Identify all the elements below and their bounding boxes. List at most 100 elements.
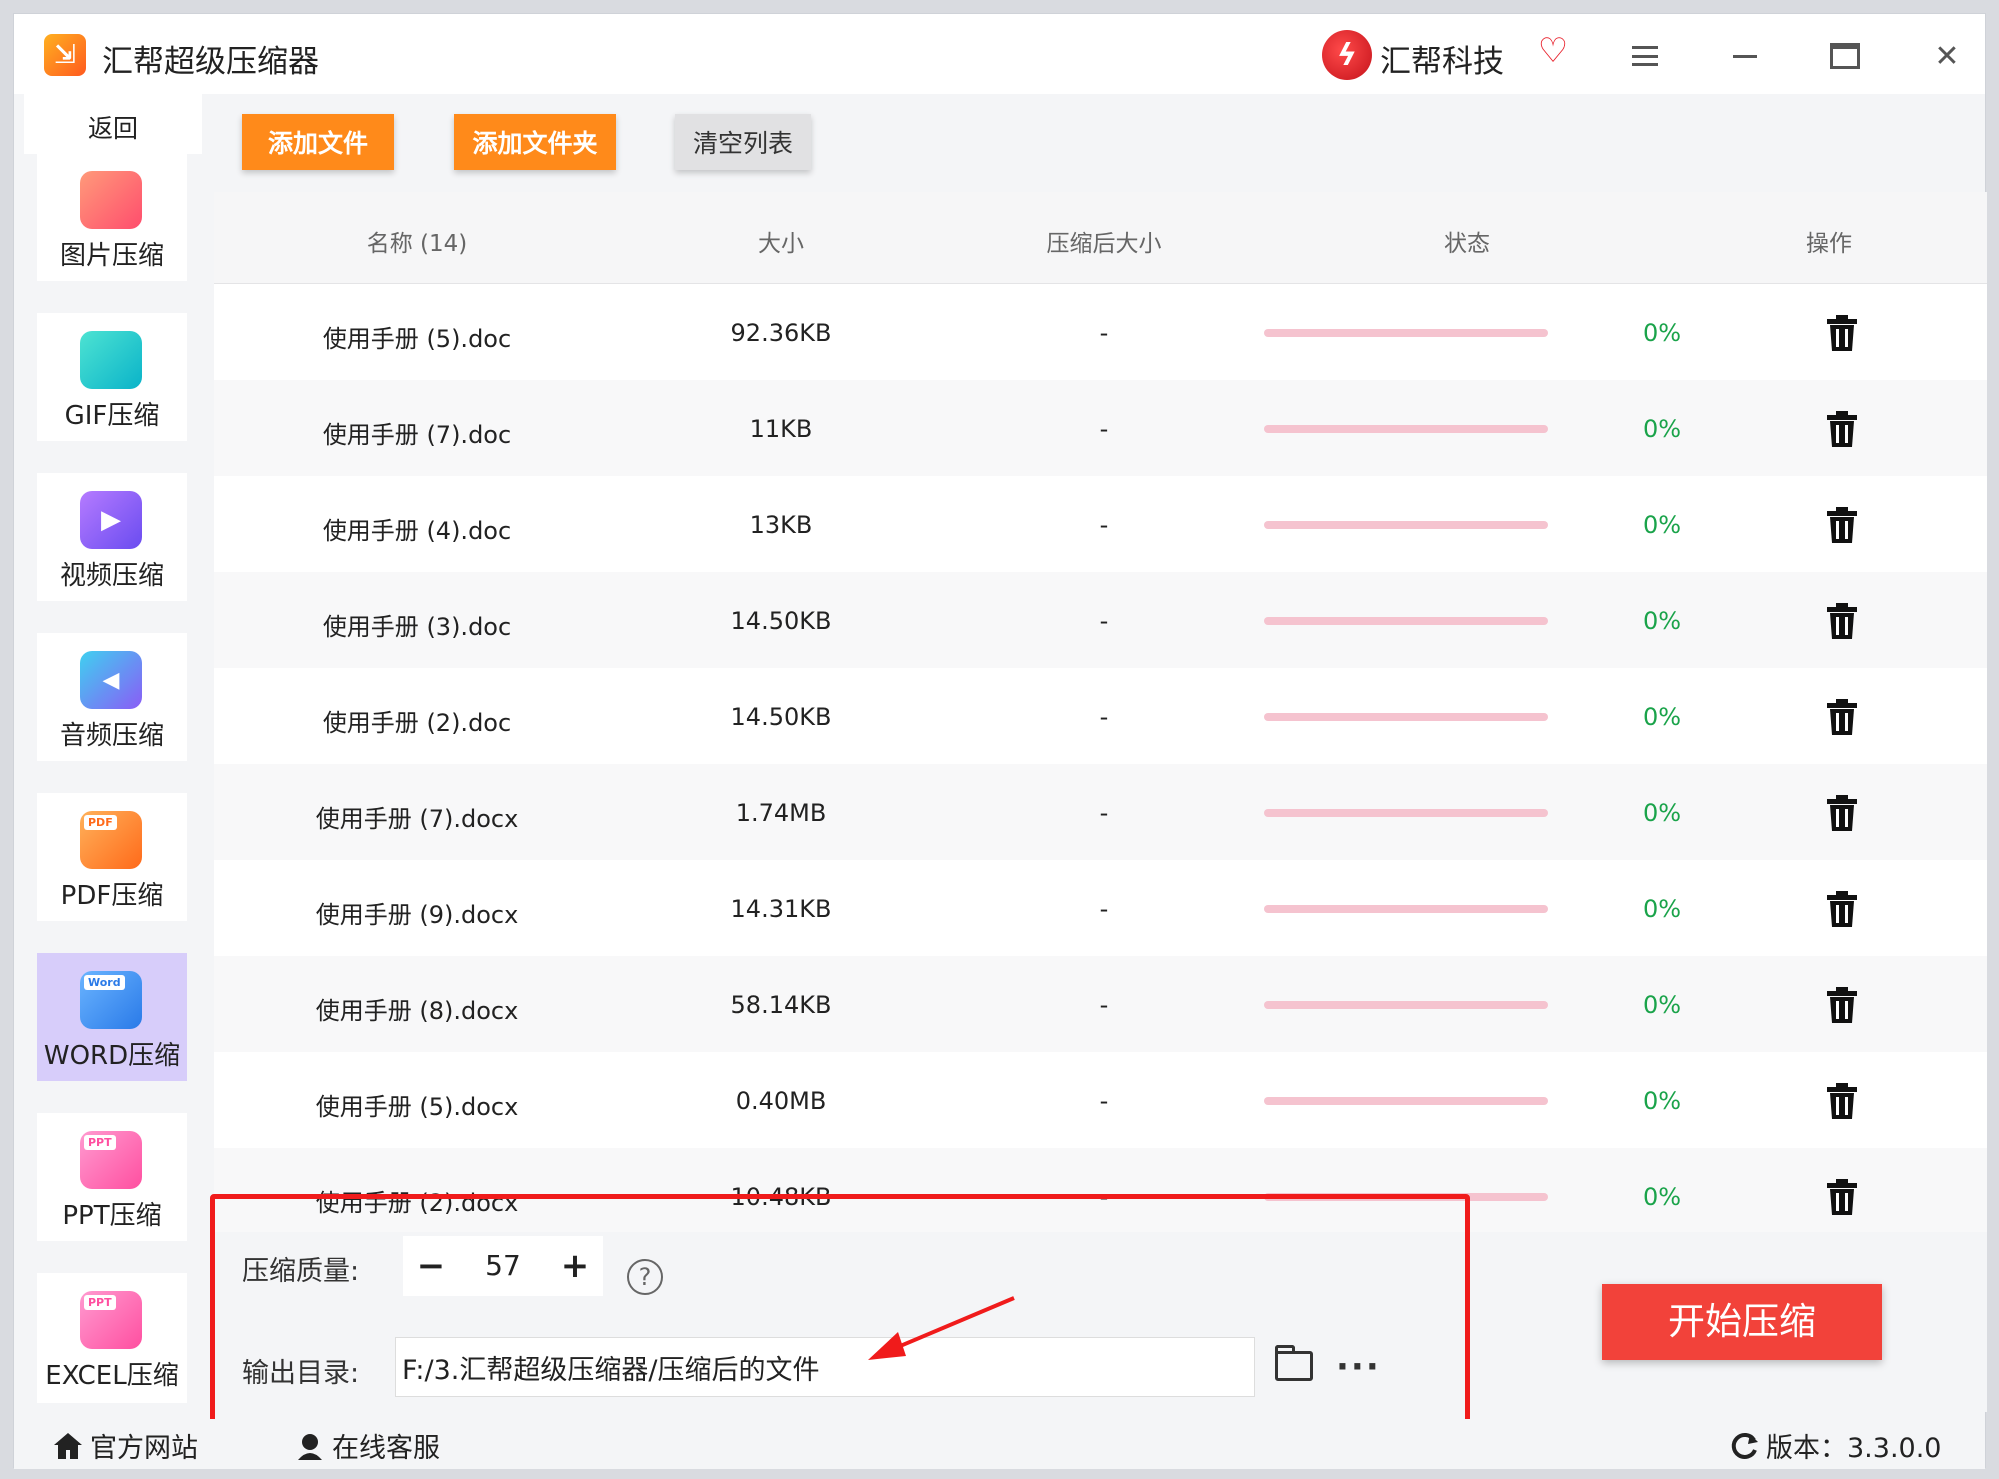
delete-trash-icon[interactable] <box>1826 602 1858 640</box>
sidebar-item-label: 音频压缩 <box>59 721 164 751</box>
file-size: 13KB <box>749 511 813 539</box>
delete-trash-icon[interactable] <box>1826 1178 1858 1216</box>
online-support-link[interactable]: 在线客服 <box>294 1426 440 1465</box>
sidebar-item-label: GIF压缩 <box>64 401 160 431</box>
progress-bar <box>1264 1193 1548 1201</box>
file-size: 92.36KB <box>730 319 832 347</box>
file-size: 10.48KB <box>730 1183 832 1211</box>
file-name: 使用手册 (9).docx <box>315 901 519 929</box>
compressed-size: - <box>1099 991 1109 1019</box>
version-label: 版本：3.3.0.0 <box>1766 1433 1942 1464</box>
image-icon <box>80 171 142 229</box>
close-button[interactable]: ✕ <box>1925 34 1969 78</box>
vip-heart-icon[interactable]: ♡ <box>1534 32 1572 70</box>
online-support-label: 在线客服 <box>332 1433 440 1464</box>
delete-trash-icon[interactable] <box>1826 794 1858 832</box>
header-name: 名称 (14) <box>366 231 468 257</box>
version-info[interactable]: 版本：3.3.0.0 <box>1728 1426 1941 1465</box>
sidebar-item-label: PPT压缩 <box>62 1201 162 1231</box>
table-row: 使用手册 (2).doc 14.50KB - 0% <box>214 668 1987 764</box>
sidebar-item-video[interactable]: ▶ 视频压缩 <box>37 473 187 601</box>
compressed-size: - <box>1099 799 1109 827</box>
hamburger-icon <box>1632 46 1658 66</box>
compressed-size: - <box>1099 895 1109 923</box>
file-size: 11KB <box>749 415 813 443</box>
file-name: 使用手册 (2).doc <box>322 709 512 737</box>
word-folder-icon: Word <box>80 971 142 1029</box>
table-row: 使用手册 (3).doc 14.50KB - 0% <box>214 572 1987 668</box>
progress-percent: 0% <box>1642 895 1682 923</box>
compressed-size: - <box>1099 319 1109 347</box>
delete-trash-icon[interactable] <box>1826 698 1858 736</box>
progress-percent: 0% <box>1642 703 1682 731</box>
file-name: 使用手册 (3).doc <box>322 613 512 641</box>
maximize-icon <box>1830 43 1860 69</box>
progress-bar <box>1264 905 1548 913</box>
delete-trash-icon[interactable] <box>1826 890 1858 928</box>
compressed-size: - <box>1099 1183 1109 1211</box>
sidebar-item-label: 视频压缩 <box>59 561 164 591</box>
header-status: 状态 <box>1444 231 1490 257</box>
increase-quality-button[interactable]: + <box>547 1236 603 1296</box>
file-size: 14.31KB <box>730 895 832 923</box>
sidebar-item-pdf[interactable]: PDF PDF压缩 <box>37 793 187 921</box>
sidebar-item-image[interactable]: 图片压缩 <box>37 153 187 281</box>
delete-trash-icon[interactable] <box>1826 506 1858 544</box>
quality-stepper[interactable]: − 57 + <box>403 1236 603 1296</box>
refresh-icon <box>1731 1432 1758 1459</box>
quality-label: 压缩质量: <box>242 1256 360 1287</box>
file-size: 1.74MB <box>735 799 827 827</box>
clear-list-button[interactable]: 清空列表 <box>675 114 811 170</box>
file-size: 0.40MB <box>735 1087 827 1115</box>
compressed-size: - <box>1099 703 1109 731</box>
progress-bar <box>1264 329 1548 337</box>
table-row: 使用手册 (8).docx 58.14KB - 0% <box>214 956 1987 1052</box>
progress-percent: 0% <box>1642 607 1682 635</box>
add-file-button[interactable]: 添加文件 <box>242 114 394 170</box>
compressed-size: - <box>1099 1087 1109 1115</box>
progress-percent: 0% <box>1642 991 1682 1019</box>
official-website-link[interactable]: 官方网站 <box>52 1426 198 1465</box>
table-row: 使用手册 (7).doc 11KB - 0% <box>214 380 1987 476</box>
more-options-icon[interactable]: ··· <box>1336 1347 1381 1387</box>
headset-icon <box>298 1433 322 1460</box>
minimize-button[interactable] <box>1723 34 1767 78</box>
help-icon[interactable]: ? <box>627 1259 663 1295</box>
sidebar-item-excel[interactable]: PPT EXCEL压缩 <box>37 1273 187 1403</box>
official-website-label: 官方网站 <box>90 1433 198 1464</box>
brand-name: 汇帮科技 <box>1380 44 1504 80</box>
add-folder-button[interactable]: 添加文件夹 <box>454 114 616 170</box>
file-name: 使用手册 (2).docx <box>315 1189 519 1217</box>
folder-open-icon[interactable] <box>1275 1345 1313 1381</box>
sidebar-item-audio[interactable]: ◀ 音频压缩 <box>37 633 187 761</box>
back-button[interactable]: 返回 <box>24 94 202 154</box>
progress-percent: 0% <box>1642 1087 1682 1115</box>
file-name: 使用手册 (4).doc <box>322 517 512 545</box>
sidebar-item-label: EXCEL压缩 <box>45 1361 179 1391</box>
header-action: 操作 <box>1806 231 1852 257</box>
progress-percent: 0% <box>1642 511 1682 539</box>
menu-button[interactable] <box>1623 34 1667 78</box>
file-name: 使用手册 (5).doc <box>322 325 512 353</box>
start-compress-button[interactable]: 开始压缩 <box>1602 1284 1882 1360</box>
file-name: 使用手册 (8).docx <box>315 997 519 1025</box>
excel-folder-icon: PPT <box>80 1291 142 1349</box>
file-size: 14.50KB <box>730 607 832 635</box>
progress-bar <box>1264 1097 1548 1105</box>
audio-speaker-icon: ◀ <box>80 651 142 709</box>
delete-trash-icon[interactable] <box>1826 314 1858 352</box>
sidebar-item-ppt[interactable]: PPT PPT压缩 <box>37 1113 187 1241</box>
sidebar-item-gif[interactable]: GIF压缩 <box>37 313 187 441</box>
delete-trash-icon[interactable] <box>1826 410 1858 448</box>
delete-trash-icon[interactable] <box>1826 1082 1858 1120</box>
maximize-button[interactable] <box>1823 34 1867 78</box>
sidebar-item-word[interactable]: Word WORD压缩 <box>37 953 187 1081</box>
quality-value[interactable]: 57 <box>459 1236 547 1296</box>
decrease-quality-button[interactable]: − <box>403 1236 459 1296</box>
minimize-icon <box>1733 54 1757 58</box>
progress-percent: 0% <box>1642 319 1682 347</box>
output-path-input[interactable] <box>395 1337 1255 1397</box>
delete-trash-icon[interactable] <box>1826 986 1858 1024</box>
app-window: ⇲ 汇帮超级压缩器 ϟ 汇帮科技 ♡ ✕ 返回 图片压缩 GIF压缩 ▶ 视频压… <box>13 13 1987 1469</box>
table-row: 使用手册 (5).docx 0.40MB - 0% <box>214 1052 1987 1148</box>
